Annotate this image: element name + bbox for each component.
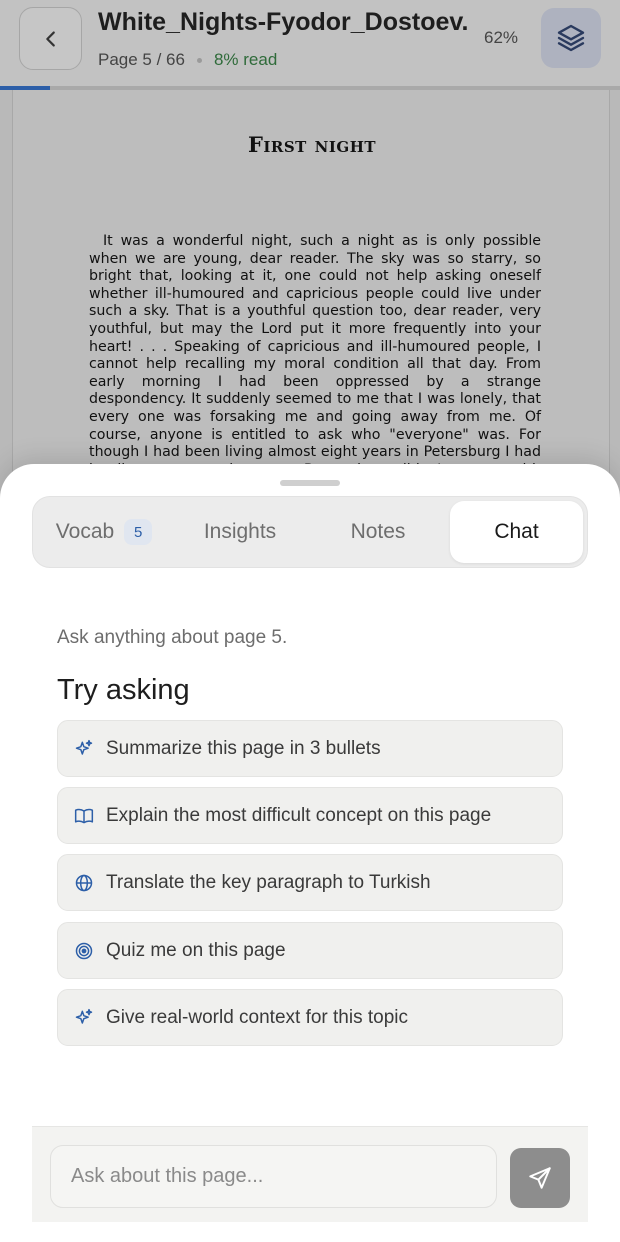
chapter-title: First night: [247, 132, 377, 157]
suggestion-label: Explain the most difficult concept on th…: [106, 804, 492, 826]
tab-bar: Vocab 5 Insights Notes Chat: [32, 496, 588, 568]
chat-hint: Ask anything about page 5.: [57, 627, 288, 648]
send-icon: [529, 1167, 551, 1189]
assistant-bottom-sheet: Vocab 5 Insights Notes Chat Ask anything…: [0, 464, 620, 1242]
chapter-body-text: It was a wonderful night, such a night a…: [89, 233, 541, 495]
tab-insights-label: Insights: [203, 520, 277, 543]
tab-chat-label: Chat: [494, 520, 539, 543]
sheet-drag-handle[interactable]: [280, 480, 340, 486]
layers-button[interactable]: [541, 8, 601, 68]
read-progress-text: 8% read: [213, 50, 278, 69]
chevron-left-icon: [45, 30, 55, 47]
document-title: White_Nights-Fyodor_Dostoev...: [98, 8, 468, 36]
page-indicator: Page 5 / 66: [98, 50, 185, 69]
chat-composer: [32, 1126, 588, 1222]
globe-icon: [74, 873, 94, 893]
suggestion-label: Translate the key paragraph to Turkish: [106, 871, 431, 893]
tab-notes[interactable]: Notes: [311, 501, 445, 563]
suggestion-label: Give real-world context for this topic: [106, 1006, 409, 1028]
suggestion-explain[interactable]: Explain the most difficult concept on th…: [57, 787, 563, 844]
reader-header: White_Nights-Fyodor_Dostoev... Page 5 / …: [0, 0, 620, 86]
chat-input[interactable]: [50, 1145, 497, 1208]
page-status: Page 5 / 66 8% read: [98, 50, 277, 70]
vocab-count-badge: 5: [124, 519, 153, 545]
layers-icon: [557, 24, 585, 52]
send-button[interactable]: [510, 1148, 570, 1208]
suggestion-quiz[interactable]: Quiz me on this page: [57, 922, 563, 979]
tab-chat[interactable]: Chat: [450, 501, 583, 563]
separator-dot: [196, 57, 202, 63]
suggestion-label: Summarize this page in 3 bullets: [106, 737, 381, 759]
back-button[interactable]: [19, 7, 82, 70]
tab-vocab[interactable]: Vocab 5: [37, 501, 171, 563]
sparkles-icon: [74, 739, 94, 759]
zoom-level[interactable]: 62%: [484, 28, 518, 48]
tab-insights[interactable]: Insights: [173, 501, 307, 563]
sparkles-icon: [74, 1008, 94, 1028]
target-icon: [74, 941, 94, 961]
book-open-icon: [74, 806, 94, 826]
tab-vocab-label: Vocab: [55, 520, 115, 543]
suggestion-translate[interactable]: Translate the key paragraph to Turkish: [57, 854, 563, 911]
suggestion-summarize[interactable]: Summarize this page in 3 bullets: [57, 720, 563, 777]
try-asking-heading: Try asking: [57, 674, 190, 706]
suggestion-label: Quiz me on this page: [106, 939, 286, 961]
tab-notes-label: Notes: [350, 520, 406, 543]
document-page[interactable]: First night It was a wonderful night, su…: [12, 90, 610, 510]
suggestion-context[interactable]: Give real-world context for this topic: [57, 989, 563, 1046]
